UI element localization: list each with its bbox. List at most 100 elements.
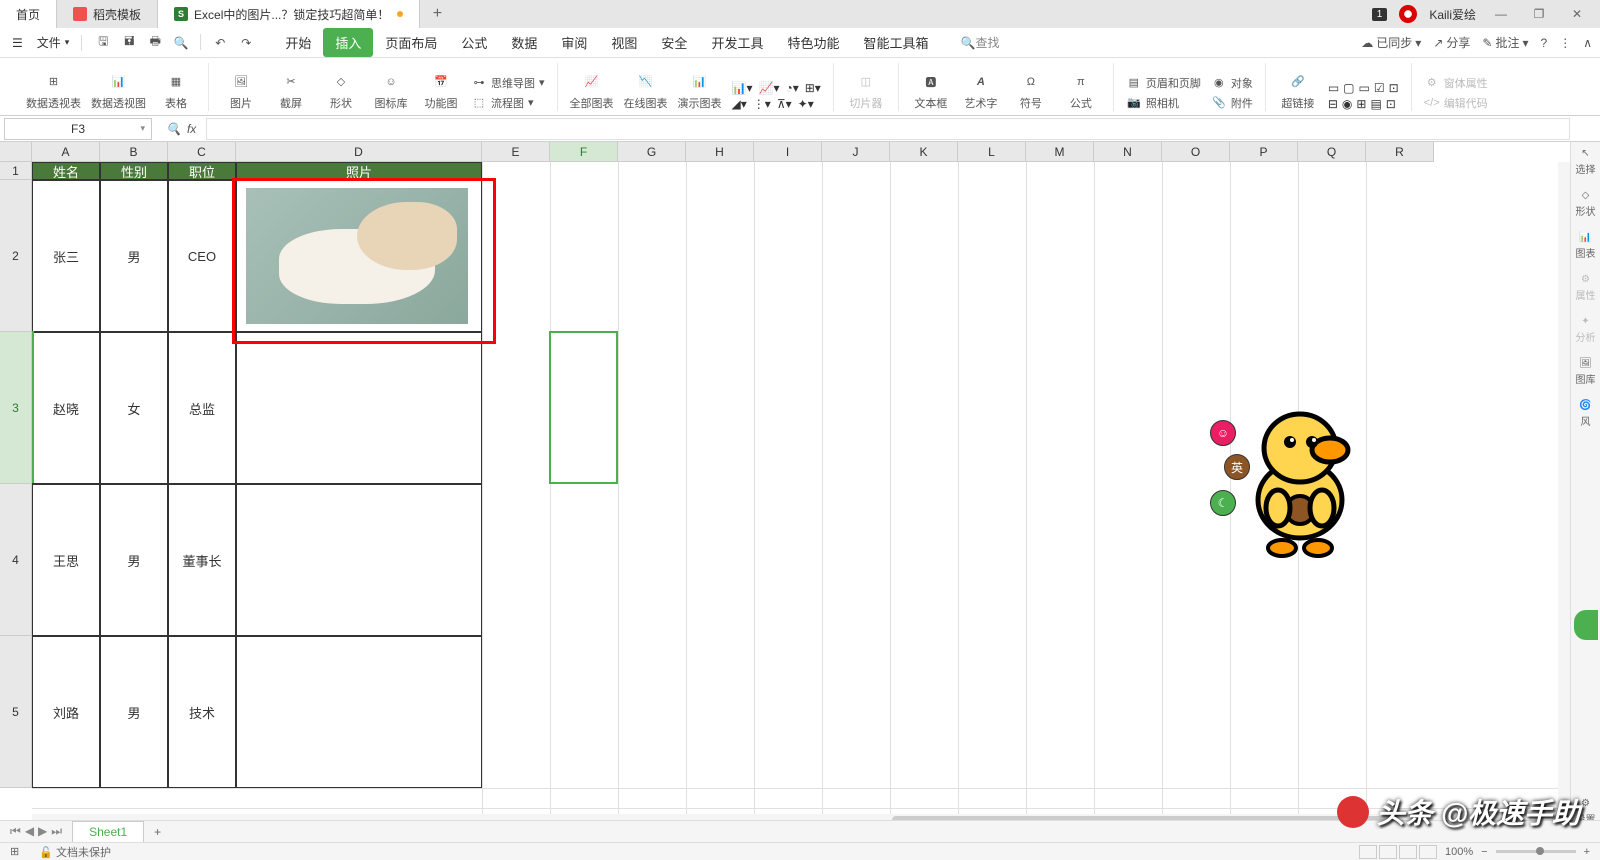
search-button[interactable]: 🔍 查找 [960,34,999,51]
form-ctrl-7[interactable]: ◉ [1342,97,1352,111]
add-sheet-button[interactable]: + [144,825,171,839]
col-header-M[interactable]: M [1026,142,1094,162]
wordart-button[interactable]: A艺术字 [961,71,1001,111]
avatar[interactable] [1399,5,1417,23]
view-custom[interactable] [1419,845,1437,859]
redo-button[interactable]: ↷ [237,34,255,52]
combo-chart-icon[interactable]: ⊞▾ [805,81,821,95]
tab-document[interactable]: S Excel中的图片...？锁定技巧超简单！ [158,0,420,28]
close-button[interactable]: ✕ [1564,7,1590,21]
line-chart-icon[interactable]: 📈▾ [759,81,780,95]
col-header-P[interactable]: P [1230,142,1298,162]
zoom-level[interactable]: 100% [1445,846,1473,858]
data-cell[interactable]: 男 [100,636,168,788]
row-header-4[interactable]: 4 [0,484,32,636]
sync-status[interactable]: ☁ 已同步 ▾ [1361,34,1421,51]
view-break[interactable] [1399,845,1417,859]
radar-chart-icon[interactable]: ✦▾ [798,97,814,111]
tab-review[interactable]: 审阅 [549,28,599,57]
form-ctrl-5[interactable]: ⊡ [1389,81,1399,95]
data-cell[interactable]: 张三 [32,180,100,332]
col-header-B[interactable]: B [100,142,168,162]
data-cell[interactable] [236,636,482,788]
data-cell[interactable]: 王思 [32,484,100,636]
name-box[interactable]: F3 [4,118,152,140]
hamburger-icon[interactable]: ☰ [8,32,27,54]
header-cell[interactable]: 姓名 [32,162,100,180]
demochart-button[interactable]: 📊演示图表 [678,71,722,111]
side-shape[interactable]: ◇形状 [1576,190,1596,218]
tab-dev[interactable]: 开发工具 [699,28,775,57]
side-chart[interactable]: 📊图表 [1576,232,1596,260]
pivot-table-button[interactable]: ⊞数据透视表 [26,71,81,111]
data-cell[interactable]: 董事长 [168,484,236,636]
icons-button[interactable]: ☺图标库 [371,71,411,111]
view-page[interactable] [1379,845,1397,859]
sheet-nav-last[interactable]: ⏭ [51,824,62,839]
mindmap-button[interactable]: ⊶思维导图 ▾ [471,75,545,91]
username[interactable]: Kaili爱绘 [1429,6,1476,23]
data-cell[interactable]: 女 [100,332,168,484]
data-cell[interactable]: 总监 [168,332,236,484]
review-button[interactable]: ✎ 批注 ▾ [1482,34,1528,51]
preview-button[interactable]: 🔍 [172,34,190,52]
sheet-tab[interactable]: Sheet1 [72,821,144,842]
row-header-3[interactable]: 3 [0,332,32,484]
shapes-button[interactable]: ◇形状 [321,71,361,111]
table-button[interactable]: ▦表格 [156,71,196,111]
tab-smart[interactable]: 智能工具箱 [851,28,940,57]
status-grid-icon[interactable]: ⊞ [10,845,19,858]
view-normal[interactable] [1359,845,1377,859]
minimize-button[interactable]: — [1488,7,1514,21]
sheet-nav-next[interactable]: ▶ [38,824,47,839]
col-header-O[interactable]: O [1162,142,1230,162]
floating-badge[interactable] [1574,610,1598,640]
symbol-button[interactable]: Ω符号 [1011,71,1051,111]
formula-input[interactable] [206,118,1570,140]
col-header-D[interactable]: D [236,142,482,162]
data-cell[interactable]: 技术 [168,636,236,788]
data-cell[interactable] [236,332,482,484]
duck-badge-brown[interactable]: 英 [1224,454,1250,480]
vertical-scrollbar[interactable] [1558,162,1570,814]
share-button[interactable]: ↗ 分享 [1433,34,1470,51]
duck-mascot[interactable]: ☺ 英 ☾ [1210,400,1360,560]
form-ctrl-4[interactable]: ☑ [1374,81,1385,95]
fx-button[interactable]: 🔍 fx [156,122,206,136]
form-ctrl-2[interactable]: ▢ [1343,81,1354,95]
form-ctrl-10[interactable]: ⊡ [1386,97,1396,111]
screenshot-button[interactable]: ✂截屏 [271,71,311,111]
save-button[interactable]: 🖫 [94,34,112,52]
tab-security[interactable]: 安全 [649,28,699,57]
pivot-chart-button[interactable]: 📊数据透视图 [91,71,146,111]
col-header-A[interactable]: A [32,142,100,162]
textbox-button[interactable]: 🅰文本框 [911,71,951,111]
side-gallery[interactable]: 🖼图库 [1576,358,1596,386]
form-ctrl-9[interactable]: ▤ [1370,97,1381,111]
more-button[interactable]: ⋮ [1559,36,1571,50]
tab-data[interactable]: 数据 [499,28,549,57]
header-cell[interactable]: 性别 [100,162,168,180]
duck-badge-green[interactable]: ☾ [1210,490,1236,516]
header-footer-button[interactable]: ▤页眉和页脚 [1126,75,1201,91]
col-header-G[interactable]: G [618,142,686,162]
form-ctrl-3[interactable]: ▭ [1359,81,1370,95]
onlinechart-button[interactable]: 📉在线图表 [624,71,668,111]
select-all-corner[interactable] [0,142,32,162]
help-button[interactable]: ? [1541,36,1548,50]
col-header-R[interactable]: R [1366,142,1434,162]
col-header-Q[interactable]: Q [1298,142,1366,162]
side-select[interactable]: ↖选择 [1576,148,1596,176]
stock-chart-icon[interactable]: ⊼▾ [777,97,792,111]
print-button[interactable]: 🖶 [146,34,164,52]
flowchart-button[interactable]: ⬚流程图 ▾ [471,95,545,111]
sheet-nav-prev[interactable]: ◀ [25,824,34,839]
col-header-E[interactable]: E [482,142,550,162]
row-header-2[interactable]: 2 [0,180,32,332]
tab-formula[interactable]: 公式 [449,28,499,57]
file-menu[interactable]: 文件 ▾ [29,32,78,53]
tab-special[interactable]: 特色功能 [775,28,851,57]
col-header-K[interactable]: K [890,142,958,162]
allchart-button[interactable]: 📈全部图表 [570,71,614,111]
zoom-in[interactable]: + [1584,846,1590,858]
